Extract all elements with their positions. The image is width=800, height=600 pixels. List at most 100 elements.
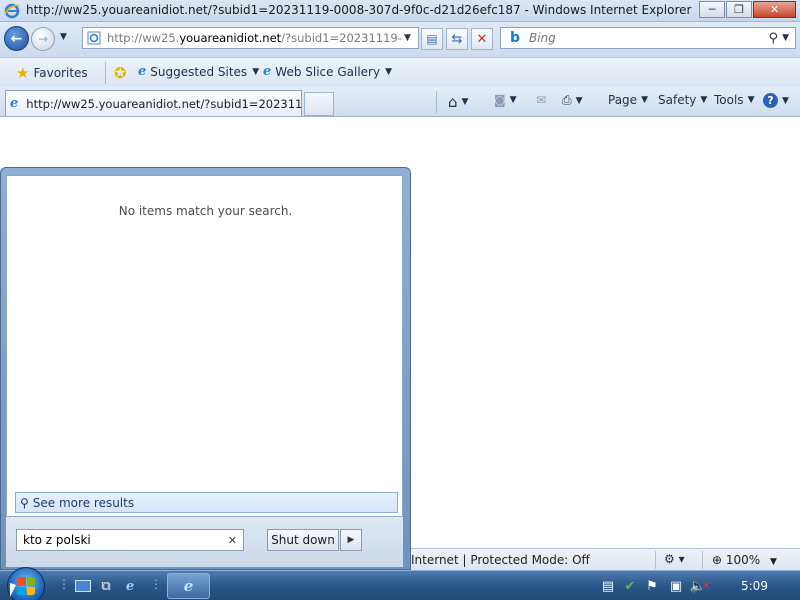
- close-button[interactable]: ✕: [753, 1, 796, 18]
- chevron-down-icon: ▼: [575, 95, 583, 106]
- ie-logo-icon: e: [183, 577, 194, 595]
- switch-windows-button[interactable]: ⧉: [96, 576, 116, 596]
- system-tray: ▤ ✔ ⚑ ▣ 🔈 ✕: [590, 571, 800, 600]
- suggested-sites-link[interactable]: e Suggested Sites ▼: [138, 64, 259, 79]
- page-menu-label: Page: [608, 93, 638, 107]
- search-results-pane: No items match your search. ⚲ See more r…: [6, 175, 403, 517]
- stop-button[interactable]: ✕: [471, 28, 493, 50]
- protected-mode-icon[interactable]: ⚙ ▾: [664, 552, 685, 566]
- favorites-divider: [105, 62, 106, 84]
- recent-pages-dropdown[interactable]: ▼: [60, 32, 67, 42]
- tab-bar: e http://ww25.youareanidiot.net/?subid1=…: [0, 87, 800, 117]
- status-divider: [655, 551, 656, 569]
- action-center-flag-icon[interactable]: ⚑: [642, 576, 662, 596]
- page-icon: [85, 29, 103, 47]
- favorites-button[interactable]: ★ Favorites: [16, 64, 88, 82]
- home-button[interactable]: ⌂ ▼: [448, 93, 468, 111]
- ie-page-icon: e: [263, 64, 272, 79]
- taskbar-ie-window[interactable]: e: [167, 573, 210, 599]
- chevron-right-icon: ▶: [347, 535, 355, 545]
- forward-button[interactable]: →: [31, 27, 55, 51]
- ie-quicklaunch-button[interactable]: e: [120, 576, 140, 596]
- address-bar[interactable]: http://ww25.youareanidiot.net/?subid1=20…: [82, 27, 419, 49]
- mouse-cursor: [10, 583, 16, 597]
- add-to-favorites-button[interactable]: ✪: [114, 64, 131, 82]
- print-button[interactable]: ⎙ ▼: [562, 93, 583, 108]
- minimize-button[interactable]: ─: [699, 1, 725, 18]
- search-options-dropdown[interactable]: ▼: [782, 33, 789, 43]
- chevron-down-icon: ▼: [385, 66, 392, 77]
- taskbar-grip: ⋮: [58, 577, 70, 591]
- browser-tab[interactable]: e http://ww25.youareanidiot.net/?subid1=…: [5, 90, 302, 116]
- address-url[interactable]: http://ww25.youareanidiot.net/?subid1=20…: [107, 31, 402, 45]
- rss-feed-icon: ◙: [494, 93, 506, 107]
- switch-windows-icon: ⧉: [101, 578, 111, 594]
- printer-icon: ⎙: [562, 93, 572, 107]
- start-menu: No items match your search. ⚲ See more r…: [0, 167, 411, 570]
- chevron-down-icon: ▼: [747, 95, 755, 105]
- see-more-results-link[interactable]: ⚲ See more results: [15, 492, 398, 513]
- refresh-icon: ⇆: [451, 31, 463, 47]
- help-button[interactable]: ? ▼: [763, 93, 789, 108]
- back-button[interactable]: ←: [4, 26, 29, 51]
- zoom-level[interactable]: ⊕ 100% ▼: [712, 553, 777, 567]
- favorites-star-icon: ★: [16, 64, 30, 82]
- security-shield-icon[interactable]: ✔: [620, 576, 640, 596]
- command-divider: [436, 91, 437, 113]
- safety-menu-button[interactable]: Safety ▼: [658, 93, 707, 107]
- no-results-message: No items match your search.: [118, 204, 293, 218]
- taskbar-grip: ⋮: [150, 577, 162, 591]
- ie-page-icon: e: [10, 96, 19, 111]
- network-icon[interactable]: ▣: [666, 576, 686, 596]
- chevron-down-icon: ▼: [252, 66, 260, 77]
- home-icon: ⌂: [448, 93, 458, 111]
- tools-menu-label: Tools: [714, 93, 744, 107]
- clear-search-icon[interactable]: ✕: [228, 534, 237, 547]
- add-favorite-icon: ✪: [114, 64, 127, 82]
- taskbar: ⋮ ⧉ e ⋮ e ▤ ✔ ⚑ ▣ 🔈 ✕ 5:09: [0, 567, 800, 600]
- new-tab-button[interactable]: [304, 92, 334, 116]
- tray-document-icon[interactable]: ▤: [598, 576, 618, 596]
- chevron-down-icon: ▼: [782, 95, 789, 106]
- security-zone: Internet | Protected Mode: Off: [411, 553, 590, 567]
- start-search-input[interactable]: [23, 533, 213, 547]
- volume-muted-icon[interactable]: 🔈 ✕: [690, 576, 711, 596]
- refresh-button[interactable]: ⇆: [446, 28, 468, 50]
- title-bar: http://ww25.youareanidiot.net/?subid1=20…: [0, 0, 800, 22]
- web-slice-gallery-label: Web Slice Gallery: [275, 64, 381, 79]
- ie-page-icon: e: [138, 64, 147, 79]
- web-slice-gallery-link[interactable]: e Web Slice Gallery ▼: [263, 64, 392, 79]
- shut-down-button[interactable]: Shut down: [267, 529, 339, 551]
- bing-logo-icon: b: [509, 30, 520, 46]
- search-input[interactable]: [528, 31, 769, 45]
- start-search-box[interactable]: ✕: [16, 529, 244, 551]
- compatibility-view-button[interactable]: ▤: [421, 28, 443, 50]
- address-dropdown-icon[interactable]: ▼: [404, 33, 411, 43]
- page-menu-button[interactable]: Page ▼: [608, 93, 648, 107]
- clock[interactable]: 5:09: [741, 579, 768, 593]
- search-box[interactable]: b ⚲ ▼: [500, 27, 796, 49]
- tools-menu-button[interactable]: Tools ▼: [714, 93, 754, 107]
- maximize-button[interactable]: ❐: [726, 1, 752, 18]
- feeds-button[interactable]: ◙ ▼: [494, 93, 517, 107]
- tab-label: http://ww25.youareanidiot.net/?subid1=20…: [26, 96, 301, 111]
- navigation-bar: ← → ▼ http://ww25.youareanidiot.net/?sub…: [0, 22, 800, 57]
- compatibility-view-icon: ▤: [426, 32, 438, 46]
- shut-down-options-button[interactable]: ▶: [340, 529, 362, 551]
- show-desktop-button[interactable]: [73, 576, 93, 596]
- suggested-sites-label: Suggested Sites: [150, 64, 248, 79]
- chevron-down-icon: ▼: [461, 97, 469, 107]
- zoom-icon: ⊕: [712, 553, 723, 567]
- search-icon[interactable]: ⚲: [769, 31, 779, 46]
- desktop-icon: [75, 580, 91, 592]
- back-arrow-icon: ←: [10, 30, 23, 47]
- forward-arrow-icon: →: [37, 32, 49, 46]
- chevron-down-icon: ▼: [509, 95, 517, 105]
- help-icon: ?: [763, 93, 778, 108]
- mail-icon: ✉: [536, 93, 547, 107]
- see-more-results-label: See more results: [32, 495, 135, 510]
- chevron-down-icon: ▼: [700, 95, 708, 105]
- read-mail-button[interactable]: ✉: [536, 93, 546, 107]
- window-title: http://ww25.youareanidiot.net/?subid1=20…: [26, 3, 692, 17]
- favorites-label: Favorites: [33, 66, 88, 80]
